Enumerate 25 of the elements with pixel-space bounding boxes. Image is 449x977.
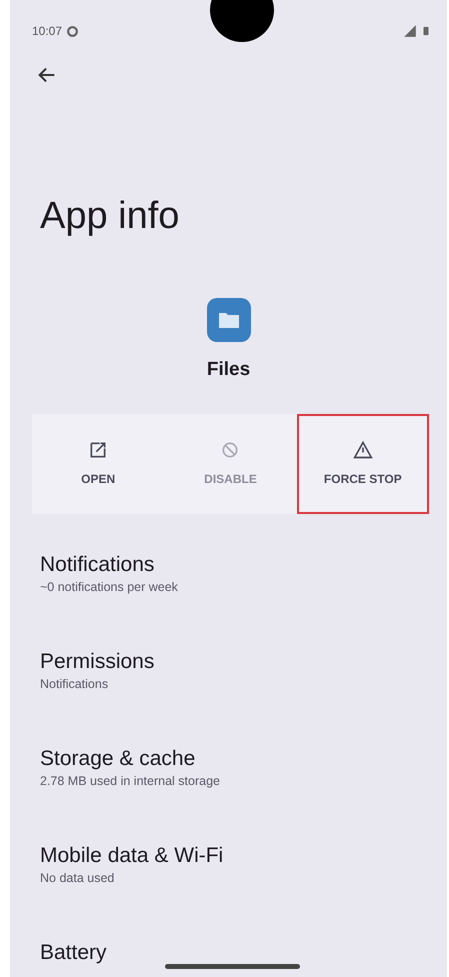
settings-item[interactable]: Storage & cache 2.78 MB used in internal storage <box>40 730 425 828</box>
settings-summary: No data used <box>40 870 116 888</box>
settings-title: Permissions <box>40 649 156 676</box>
app-name: Files <box>206 358 250 382</box>
settings-item[interactable]: Notifications ~0 notifications per week <box>40 536 425 634</box>
action-button[interactable]: OPEN <box>32 414 164 514</box>
settings-title: Battery <box>40 940 108 966</box>
page-title: App info <box>40 194 180 239</box>
status-time: 10:07 <box>32 23 62 40</box>
settings-summary: ~0 notifications per week <box>40 579 179 596</box>
settings-title: Notifications <box>40 552 156 578</box>
files-app-icon <box>206 298 250 342</box>
battery-icon <box>421 24 431 38</box>
settings-title: Mobile data & Wi-Fi <box>40 843 224 870</box>
settings-item[interactable]: Battery <box>40 924 425 977</box>
blocked-circle-icon <box>220 440 240 460</box>
action-button[interactable]: FORCE STOP <box>296 414 429 514</box>
settings-title: Storage & cache <box>40 746 196 772</box>
signal-icon <box>403 24 417 38</box>
settings-summary: 2.78 MB used in internal storage <box>40 773 221 790</box>
warning-triangle-icon <box>352 440 373 460</box>
settings-item[interactable]: Mobile data & Wi-Fi No data used <box>40 827 425 924</box>
open-external-icon <box>88 440 108 460</box>
settings-item[interactable]: Permissions Notifications <box>40 633 425 730</box>
settings-summary: Notifications <box>40 676 110 694</box>
